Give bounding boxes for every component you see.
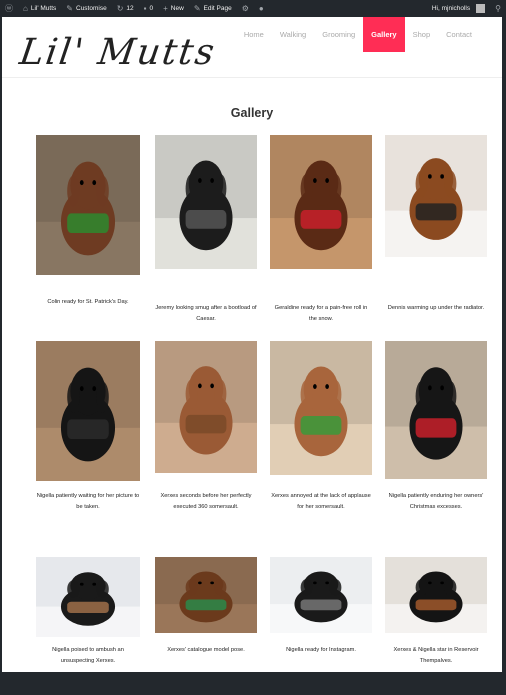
updates-icon: ↻ bbox=[116, 3, 124, 13]
search-icon: ⚲ bbox=[495, 3, 501, 13]
gallery-item: Colin ready for St. Patrick's Day. bbox=[36, 135, 144, 327]
nav-item-gallery[interactable]: Gallery bbox=[363, 17, 405, 52]
main-nav: Home Walking Grooming Gallery Shop Contact bbox=[236, 17, 480, 52]
gallery-caption: Nigella patiently waiting for her pictur… bbox=[36, 493, 140, 510]
gallery-caption: Nigella poised to ambush an unsuspecting… bbox=[52, 647, 124, 664]
gallery-caption: Nigella patiently enduring her owners' C… bbox=[388, 493, 484, 510]
wordpress-logo[interactable]: ⓦ bbox=[0, 3, 18, 13]
site-logo[interactable]: Lil' Mutts bbox=[17, 32, 218, 73]
gallery-image[interactable] bbox=[155, 557, 257, 633]
customise-link[interactable]: ✎ Customise bbox=[61, 3, 111, 13]
nav-item-shop[interactable]: Shop bbox=[405, 17, 439, 52]
plus-icon: + bbox=[163, 3, 168, 13]
page-title: Gallery bbox=[230, 106, 274, 120]
nav-item-home[interactable]: Home bbox=[236, 17, 272, 52]
gallery-item: Nigella patiently waiting for her pictur… bbox=[36, 341, 144, 527]
gallery-caption: Geraldine ready for a pain-free roll in … bbox=[274, 305, 368, 322]
search-button[interactable]: ⚲ bbox=[490, 3, 506, 13]
circle-icon: ● bbox=[258, 3, 264, 13]
gallery-item: Xerxes & Nigella star in Reservoir Themp… bbox=[385, 557, 493, 672]
gallery-item: Xerxes seconds before her perfectly exec… bbox=[155, 341, 263, 527]
gallery-image[interactable] bbox=[36, 135, 140, 275]
site-header: Lil' Mutts Home Walking Grooming Gallery Sho… bbox=[2, 17, 502, 78]
pencil-icon: ✎ bbox=[193, 3, 201, 13]
gallery-item: Xerxes' catalogue model pose. bbox=[155, 557, 263, 672]
gallery-caption: Xerxes' catalogue model pose. bbox=[167, 647, 245, 653]
updates-link[interactable]: ↻ 12 bbox=[112, 3, 139, 13]
new-content-link[interactable]: + New bbox=[158, 3, 189, 13]
page: Lil' Mutts Home Walking Grooming Gallery Sho… bbox=[2, 17, 502, 672]
comments-link[interactable]: ▪ 0 bbox=[139, 3, 158, 13]
home-icon: ⌂ bbox=[23, 3, 28, 13]
avatar bbox=[476, 4, 486, 13]
gallery-caption: Jeremy looking smug after a bootload of … bbox=[155, 305, 257, 322]
gallery-item: Nigella poised to ambush an unsuspecting… bbox=[36, 557, 144, 672]
nav-item-grooming[interactable]: Grooming bbox=[314, 17, 363, 52]
gallery-image[interactable] bbox=[155, 135, 257, 269]
status-dot: ● bbox=[254, 3, 269, 13]
gallery-item: Nigella patiently enduring her owners' C… bbox=[385, 341, 493, 527]
gallery-caption: Xerxes & Nigella star in Reservoir Themp… bbox=[393, 647, 479, 664]
gallery-caption: Xerxes seconds before her perfectly exec… bbox=[160, 493, 252, 510]
gallery-item: Jeremy looking smug after a bootload of … bbox=[155, 135, 263, 327]
gallery-caption: Colin ready for St. Patrick's Day. bbox=[47, 299, 129, 305]
nav-item-walking[interactable]: Walking bbox=[272, 17, 314, 52]
gallery-caption: Dennis warming up under the radiator. bbox=[387, 305, 485, 311]
gallery-item: Dennis warming up under the radiator. bbox=[385, 135, 493, 327]
gallery-caption: Xerxes annoyed at the lack of applause f… bbox=[271, 493, 371, 510]
gallery-item: Nigella ready for Instagram. bbox=[270, 557, 378, 672]
gallery-item: Geraldine ready for a pain-free roll in … bbox=[270, 135, 378, 327]
gallery-image[interactable] bbox=[36, 341, 140, 481]
edit-page-link[interactable]: ✎ Edit Page bbox=[189, 3, 237, 13]
gallery-item: Xerxes annoyed at the lack of applause f… bbox=[270, 341, 378, 527]
gallery-image[interactable] bbox=[385, 341, 487, 479]
gallery-caption: Nigella ready for Instagram. bbox=[286, 647, 356, 653]
plugin-icon: ⚙ bbox=[241, 3, 249, 13]
gallery-image[interactable] bbox=[385, 557, 487, 633]
gallery-image[interactable] bbox=[385, 135, 487, 257]
gallery-image[interactable] bbox=[36, 557, 140, 637]
gallery-image[interactable] bbox=[270, 341, 372, 475]
brush-icon: ✎ bbox=[66, 3, 73, 13]
admin-bar: ⓦ ⌂ Lil' Mutts ✎ Customise ↻ 12 ▪ 0 + New ✎ Ed… bbox=[0, 0, 506, 17]
gallery-image[interactable] bbox=[270, 557, 372, 633]
comment-icon: ▪ bbox=[143, 3, 147, 13]
account-menu[interactable]: Hi, mjnicholls bbox=[427, 4, 490, 13]
gallery-image[interactable] bbox=[270, 135, 372, 269]
plugin-link[interactable]: ⚙ bbox=[237, 3, 254, 13]
bottom-bar bbox=[0, 672, 506, 695]
site-name-link[interactable]: ⌂ Lil' Mutts bbox=[18, 3, 61, 13]
nav-item-contact[interactable]: Contact bbox=[438, 17, 480, 52]
gallery-image[interactable] bbox=[155, 341, 257, 473]
wordpress-icon: ⓦ bbox=[5, 3, 13, 13]
